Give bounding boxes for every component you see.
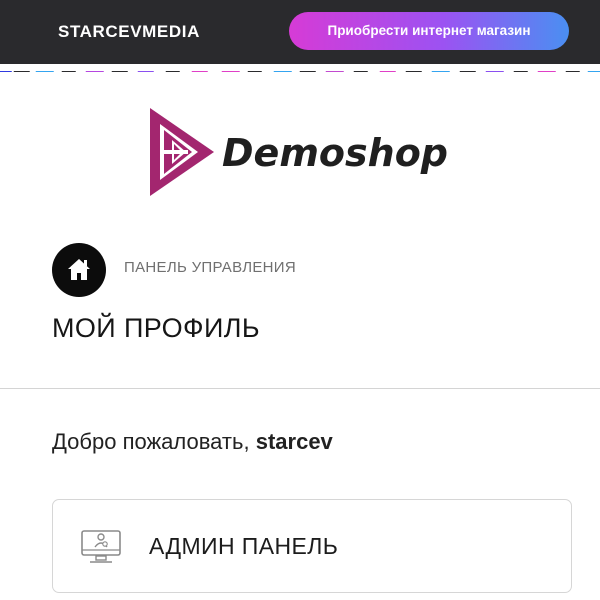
welcome-message: Добро пожаловать, starcev	[52, 429, 333, 455]
play-triangle-icon	[150, 108, 214, 196]
demoshop-logo[interactable]: Demoshop	[148, 106, 478, 198]
monitor-user-icon	[81, 530, 121, 563]
decorative-stripe	[0, 64, 600, 72]
welcome-greeting: Добро пожаловать,	[52, 429, 250, 454]
top-header-bar: STARCEVMEDIA Приобрести интернет магазин	[0, 0, 600, 64]
admin-panel-label: АДМИН ПАНЕЛЬ	[149, 533, 339, 559]
breadcrumb-home-button[interactable]	[52, 243, 106, 297]
home-icon	[68, 259, 90, 280]
breadcrumb-dashboard-link[interactable]: ПАНЕЛЬ УПРАВЛЕНИЯ	[124, 259, 296, 276]
admin-panel-card[interactable]: АДМИН ПАНЕЛЬ	[52, 499, 572, 593]
section-divider	[0, 388, 600, 389]
page-title: МОЙ ПРОФИЛЬ	[52, 313, 260, 343]
brand-logo-text[interactable]: STARCEVMEDIA	[58, 22, 200, 42]
buy-shop-button[interactable]: Приобрести интернет магазин	[289, 12, 569, 50]
welcome-username: starcev	[255, 429, 333, 454]
logo-wordmark: Demoshop	[222, 131, 448, 175]
